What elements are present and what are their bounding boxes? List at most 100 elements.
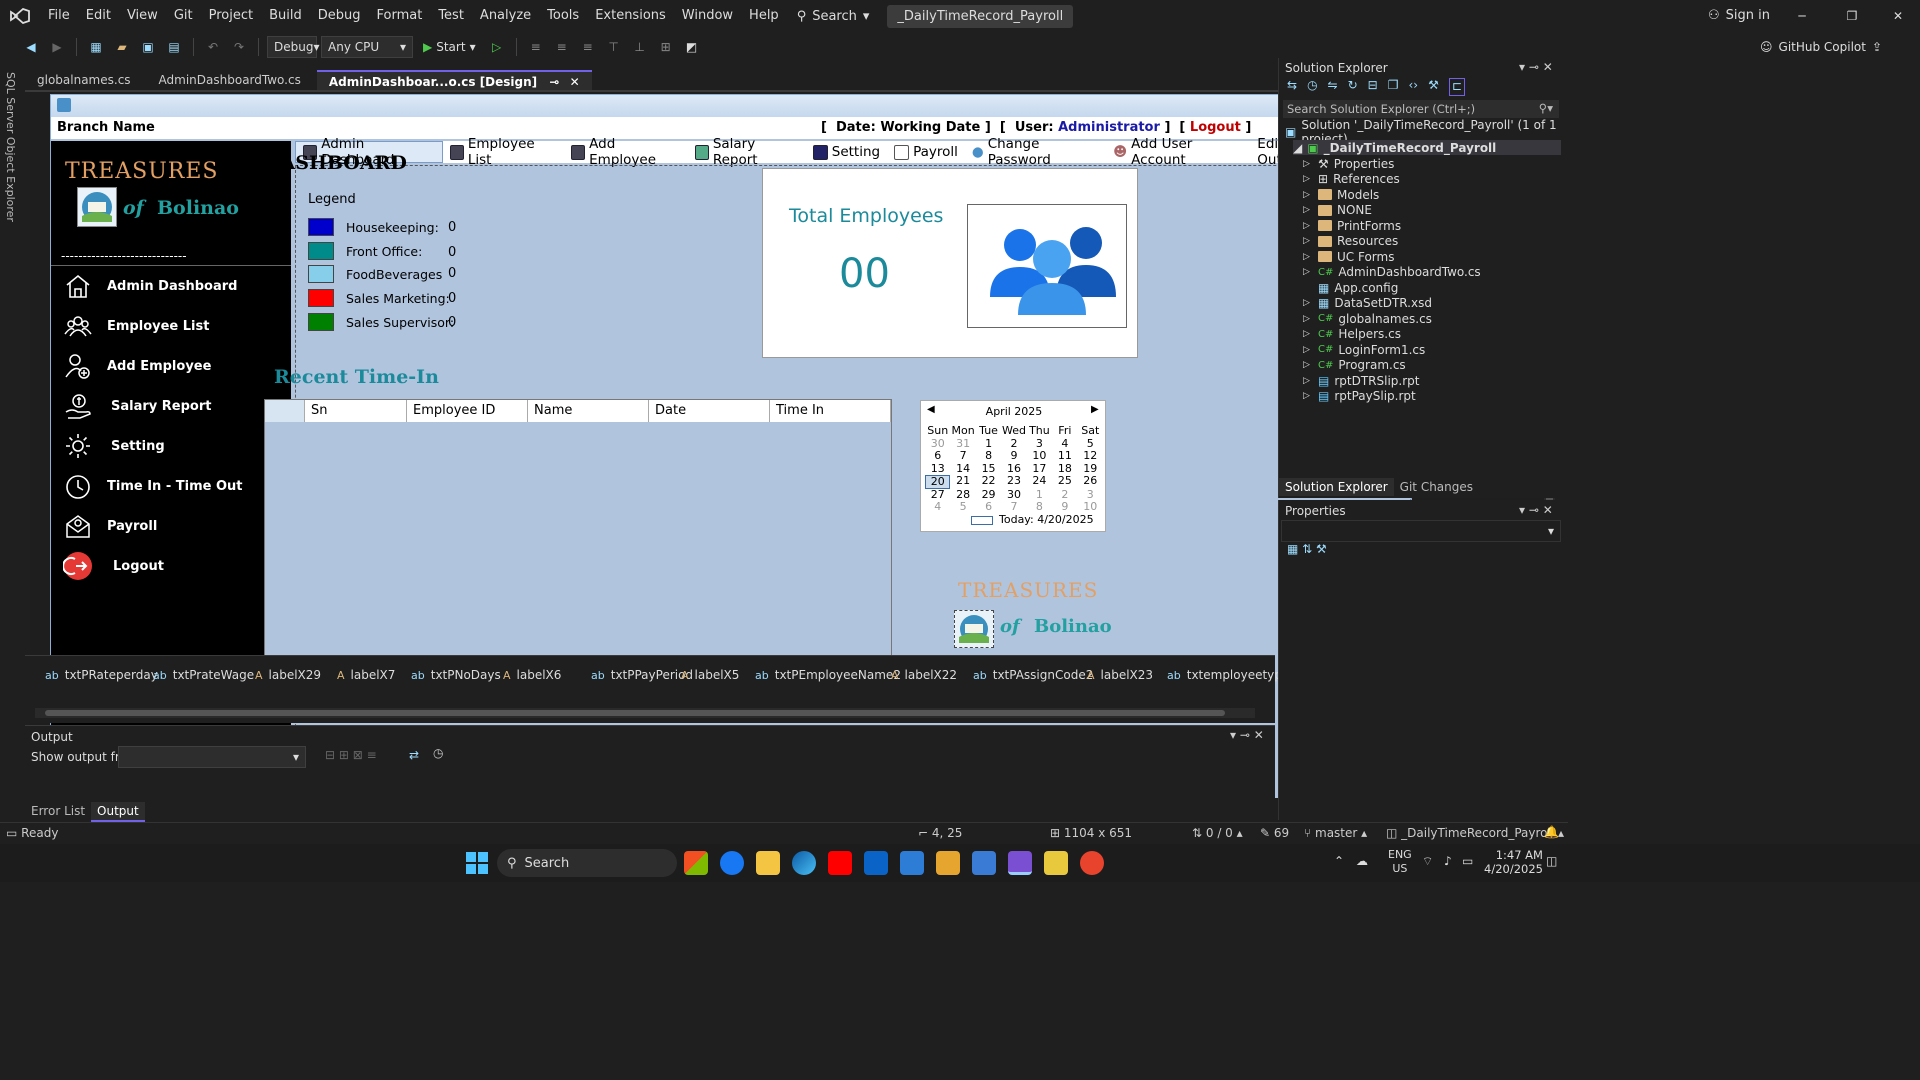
calendar-next-icon[interactable]: ▶ [1091,404,1099,415]
sidebar-item-salary-report[interactable]: Salary Report [61,387,211,425]
tray-component[interactable]: AlabelX22 [891,668,957,682]
properties-toolbar-icons[interactable]: ▦ ⇅ ⚒ [1287,542,1327,556]
align-left-icon[interactable]: ≡ [525,36,547,58]
recent-time-in-grid[interactable]: Sn Employee ID Name Date Time In [264,399,892,699]
menu-window[interactable]: Window [674,0,741,32]
solution-tree-item[interactable]: ▷ C# globalnames.cs [1303,311,1432,326]
solution-tree-item[interactable]: ▷ UC Forms [1303,249,1394,264]
solution-node[interactable]: ▣ Solution '_DailyTimeRecord_Payroll' (1… [1285,118,1564,146]
grid-col-date[interactable]: Date [649,400,770,422]
close-icon[interactable]: ✕ [570,75,580,89]
app-icon[interactable] [936,851,960,875]
sync-icon[interactable]: ⇆ [1287,78,1297,96]
expand-chevron-icon[interactable]: ▷ [1303,267,1313,277]
solution-tree-item[interactable]: ▷ Resources [1303,234,1398,249]
expand-chevron-icon[interactable]: ▷ [1303,314,1313,324]
menu-salary-report[interactable]: Salary Report [688,136,806,168]
tray-component[interactable]: AlabelX23 [1087,668,1153,682]
start-without-debugging-icon[interactable]: ▷ [486,36,508,58]
save-icon[interactable]: ▣ [137,36,159,58]
word-wrap-icon[interactable]: ⇄ [409,748,419,762]
grid-col-time-in[interactable]: Time In [770,400,891,422]
logout-link[interactable]: Logout [1190,120,1241,135]
calendar-day[interactable]: 26 [1078,474,1103,489]
month-calendar[interactable]: ◀ April 2025 ▶ Sun Mon Tue Wed Thu Fri Sat 30 3… [920,400,1106,532]
menu-add-user-account[interactable]: ☻ Add User Account [1106,136,1250,168]
tray-component[interactable]: AlabelX6 [503,668,561,682]
solution-tree-item[interactable]: ▷ NONE [1303,203,1372,218]
menu-view[interactable]: View [119,0,166,32]
calendar-day[interactable]: 8 [1027,501,1052,514]
calendar-day[interactable]: 11 [1052,449,1077,462]
menu-build[interactable]: Build [261,0,310,32]
solution-search-field[interactable]: Search Solution Explorer (Ctrl+;) ⚲▾ [1283,100,1559,118]
volume-icon[interactable]: ♪ [1444,854,1452,868]
solution-name-badge[interactable]: _DailyTimeRecord_Payroll [887,4,1074,28]
status-updown[interactable]: ⇅ 0 / 0 ▴ [1192,826,1243,840]
menu-extensions[interactable]: Extensions [587,0,674,32]
menu-project[interactable]: Project [201,0,261,32]
sidebar-item-employee-list[interactable]: Employee List [61,307,209,345]
solution-tree-item[interactable]: ▷ Models [1303,187,1379,202]
app-icon-2[interactable] [1044,851,1068,875]
undo-icon[interactable]: ↶ [202,36,224,58]
menu-help[interactable]: Help [741,0,787,32]
tab-error-list[interactable]: Error List [25,802,91,822]
language-indicator[interactable]: ENG US [1388,848,1412,876]
youtube-icon[interactable] [828,851,852,875]
calendar-day[interactable]: 10 [1027,449,1052,462]
grid-col-employee-id[interactable]: Employee ID [407,400,528,422]
github-copilot-button[interactable]: ☺ GitHub Copilot ⇪ [1760,32,1882,62]
menu-add-employee[interactable]: Add Employee [564,136,688,168]
calendar-day[interactable]: 5 [950,501,975,514]
notification-bell-icon[interactable]: 🔔 [1544,825,1559,839]
redo-icon[interactable]: ↷ [228,36,250,58]
tab-solution-explorer[interactable]: Solution Explorer [1279,478,1394,496]
expand-chevron-icon[interactable]: ▷ [1303,376,1313,386]
calendar-day[interactable]: 23 [1001,474,1026,489]
status-project[interactable]: ◫ _DailyTimeRecord_Payroll ▴ [1386,826,1564,840]
make-same-size-icon[interactable]: ⊞ [655,36,677,58]
solution-tree-item[interactable]: ▷ PrintForms [1303,218,1401,233]
forward-icon[interactable]: ▶ [46,36,68,58]
clock[interactable]: 1:47 AM 4/20/2025 [1484,848,1543,876]
menu-analyze[interactable]: Analyze [472,0,539,32]
facebook-icon[interactable] [720,851,744,875]
sidebar-item-add-employee[interactable]: Add Employee [61,347,211,385]
store-icon[interactable] [900,851,924,875]
menu-change-password[interactable]: ● Change Password [965,136,1106,168]
calendar-day[interactable]: 7 [950,449,975,462]
solution-explorer-controls[interactable]: ▾ ⊸ ✕ [1519,60,1553,74]
sidebar-item-logout[interactable]: Logout [61,547,164,585]
expand-chevron-icon[interactable]: ▷ [1303,345,1313,355]
menu-format[interactable]: Format [369,0,431,32]
align-center-icon[interactable]: ≡ [551,36,573,58]
solution-tree-item[interactable]: ▷ C# Program.cs [1303,358,1406,373]
widgets-icon[interactable] [684,851,708,875]
sign-in-button[interactable]: ⚇ Sign in [1708,0,1770,32]
calendar-day[interactable]: 20 [925,474,951,490]
solution-tree-item[interactable]: ▦ App.config [1303,280,1398,295]
file-explorer-icon[interactable] [756,851,780,875]
calendar-day[interactable]: 8 [976,449,1001,462]
photos-icon[interactable] [972,851,996,875]
battery-icon[interactable]: ▭ [1462,854,1473,868]
align-top-icon[interactable]: ⊤ [603,36,625,58]
outlook-icon[interactable] [864,851,888,875]
calendar-day[interactable]: 22 [976,474,1001,489]
preview-icon[interactable]: ⊏ [1448,78,1465,96]
tray-component[interactable]: AlabelX7 [337,668,395,682]
solution-tree-item[interactable]: ▷ C# LoginForm1.cs [1303,342,1425,357]
sidebar-item-admin-dashboard[interactable]: Admin Dashboard [61,267,237,305]
output-toolbar-icons[interactable]: ⊟ ⊞ ⊠ ≡ [325,748,377,762]
expand-chevron-icon[interactable]: ▷ [1303,298,1313,308]
history-icon[interactable]: ◷ [1307,78,1317,96]
solution-tree-item[interactable]: ▷ C# AdminDashboardTwo.cs [1303,265,1481,280]
properties-object-select[interactable]: ▾ [1281,520,1561,542]
tray-scrollbar-thumb[interactable] [45,710,1225,716]
calendar-day[interactable]: 4 [925,501,950,514]
solution-tree-item[interactable]: ▷ ▤ rptDTRSlip.rpt [1303,373,1419,388]
expand-chevron-icon[interactable]: ▷ [1303,236,1313,246]
sidebar-item-time-in-time-out[interactable]: Time In - Time Out [61,467,242,505]
configuration-select[interactable]: Debug ▾ [267,36,320,58]
